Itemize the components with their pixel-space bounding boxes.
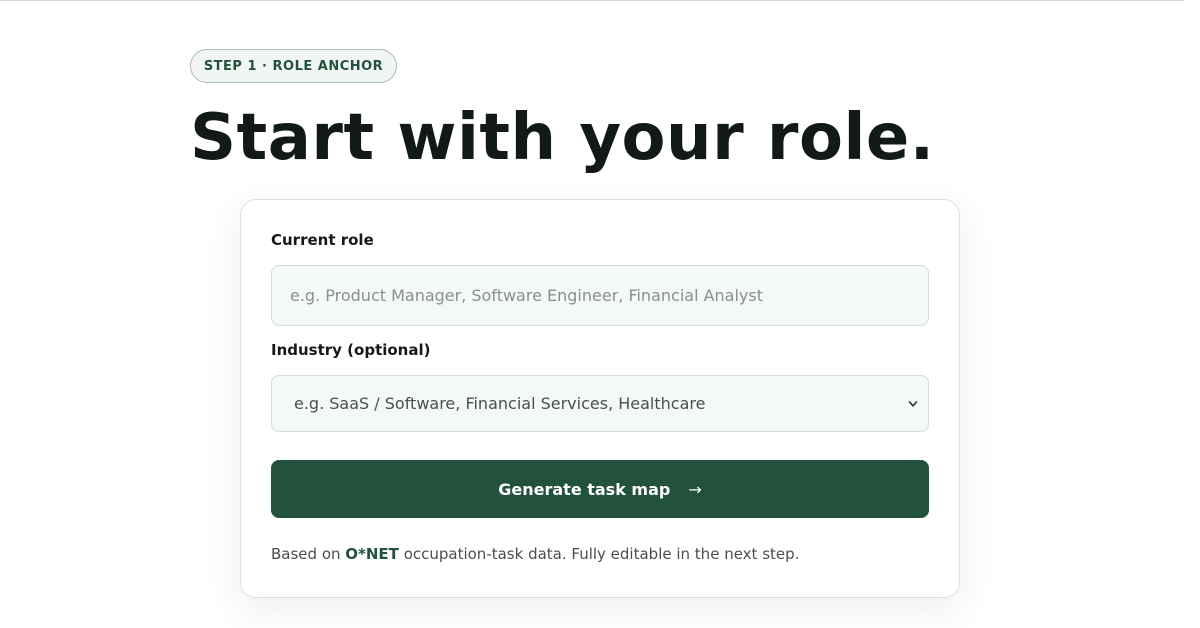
top-divider (0, 0, 1184, 1)
step-badge: STEP 1 · ROLE ANCHOR (190, 49, 397, 83)
generate-task-map-label: Generate task map (498, 479, 671, 499)
industry-select[interactable]: e.g. SaaS / Software, Financial Services… (271, 375, 929, 432)
footnote-prefix: Based on (271, 545, 346, 563)
arrow-right-icon: → (688, 479, 702, 499)
data-source-note: Based on O*NET occupation-task data. Ful… (271, 545, 799, 563)
chevron-down-icon (908, 400, 918, 407)
industry-select-value: e.g. SaaS / Software, Financial Services… (294, 394, 706, 413)
onet-source-link: O*NET (345, 545, 399, 563)
footnote-suffix: occupation-task data. Fully editable in … (398, 545, 800, 563)
page-title: Start with your role. (190, 101, 935, 175)
current-role-input[interactable] (271, 265, 929, 326)
generate-task-map-button[interactable]: Generate task map → (271, 460, 929, 518)
current-role-label: Current role (271, 231, 374, 249)
industry-label: Industry (optional) (271, 341, 431, 359)
role-form-card: Current role Industry (optional) e.g. Sa… (240, 199, 960, 598)
